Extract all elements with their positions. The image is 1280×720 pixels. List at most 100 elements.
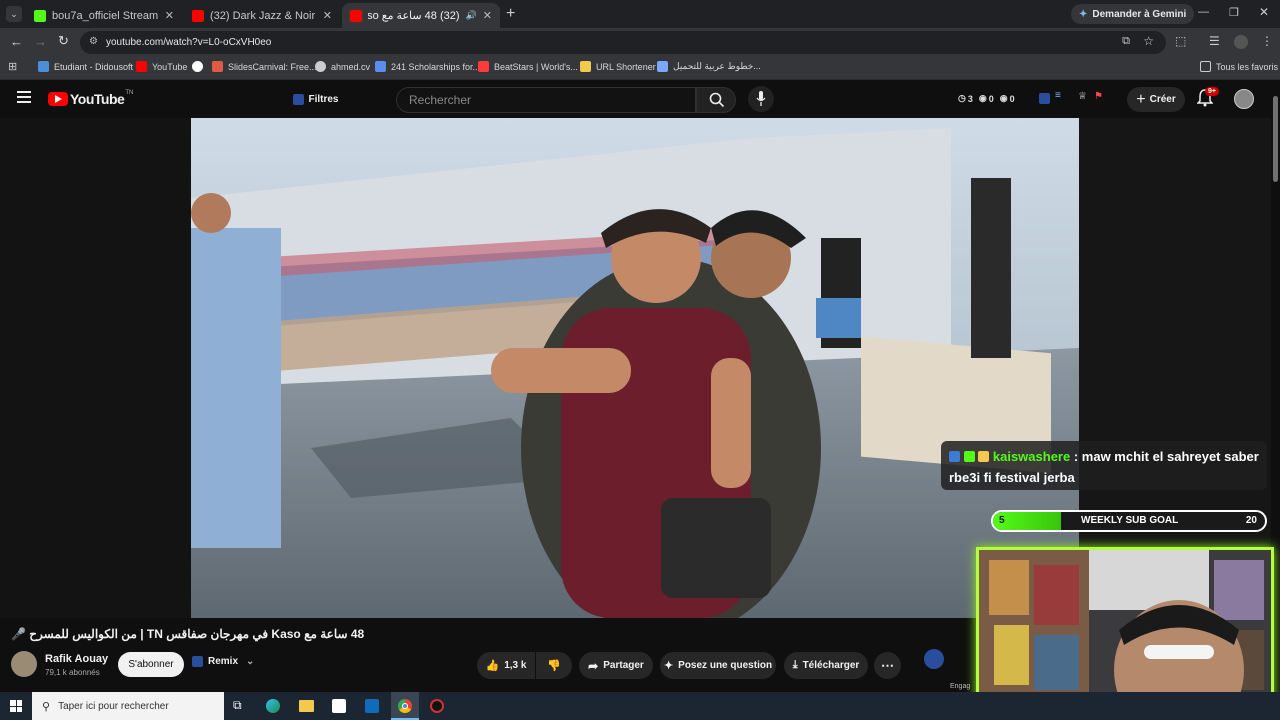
kick-icon — [34, 9, 46, 22]
thumbs-down-icon: 👎 — [547, 660, 561, 672]
download-button[interactable]: ⤓ Télécharger — [784, 652, 868, 679]
folder-icon — [580, 61, 591, 72]
ask-question-button[interactable]: ✦ Posez une question — [660, 652, 776, 679]
chrome-icon[interactable] — [391, 692, 419, 720]
tab-kaso-video[interactable]: (32) 48 ساعة مع Kaso في مه 🔊 ✕ — [342, 3, 500, 28]
task-view-icon[interactable]: ⧉ — [233, 698, 242, 713]
chat-badge-icon — [963, 451, 975, 462]
youtube-play-icon — [48, 92, 68, 106]
close-icon[interactable]: ✕ — [483, 9, 492, 22]
more-actions-button[interactable]: ⋯ — [874, 652, 901, 679]
channel-name[interactable]: Rafik Aouay — [45, 653, 108, 665]
bookmark-item[interactable]: خطوط عربية للتحميل... — [657, 61, 761, 72]
window-close-button[interactable]: ✕ — [1259, 5, 1269, 19]
bookmark-star-icon[interactable]: ☆ — [1143, 34, 1154, 48]
plus-icon: + — [1136, 90, 1146, 108]
list-icon[interactable]: ≡ — [1055, 90, 1061, 101]
iq-icon — [293, 93, 305, 105]
bookmark-item[interactable]: YouTube — [136, 61, 187, 72]
sparkle-icon: ✦ — [663, 660, 674, 672]
tab-title: bou7a_officiel Stream - Watch Li — [52, 9, 159, 22]
account-avatar[interactable] — [1234, 89, 1254, 109]
windows-start-icon[interactable] — [10, 700, 22, 712]
tab-list-button[interactable]: ⌄ — [6, 6, 22, 22]
store-icon[interactable] — [332, 699, 346, 713]
edge-icon[interactable] — [266, 699, 280, 713]
bookmark-favicon-icon — [478, 61, 489, 72]
extension-counters[interactable]: ◷ 3 ◉ 0 ◉ 0 — [958, 93, 1015, 104]
ambient-left — [0, 118, 191, 618]
tab-dark-jazz[interactable]: (32) Dark Jazz & Noir Trip-Hop ✕ — [184, 3, 340, 28]
scrollbar-thumb[interactable] — [1273, 96, 1278, 182]
create-button[interactable]: + Créer — [1127, 87, 1185, 112]
search-input[interactable]: Rechercher — [396, 87, 696, 113]
remix-button[interactable]: Remix ⌄ — [192, 656, 254, 667]
video-actions-row: Rafik Aouay 79,1 k abonnés S'abonner Rem… — [0, 648, 970, 690]
media-controls-icon[interactable]: ☰ — [1209, 34, 1220, 48]
sub-goal-current: 5 — [999, 515, 1005, 526]
bookmark-item[interactable]: SlidesCarnival: Free... — [212, 61, 317, 72]
gemini-button[interactable]: ✦ Demander à Gemini — [1071, 4, 1195, 24]
taskbar-search[interactable]: ⚲ Taper ici pour rechercher — [32, 692, 224, 720]
subscribe-button[interactable]: S'abonner — [118, 652, 184, 677]
iq-extension-icon[interactable] — [1039, 93, 1050, 104]
eye-icon: ◉ — [978, 93, 987, 103]
file-explorer-icon[interactable] — [299, 700, 314, 712]
bell-off-icon[interactable]: ⚑ — [1094, 91, 1103, 102]
sub-goal-target: 20 — [1245, 515, 1257, 526]
logo-text: YouTube — [70, 91, 125, 107]
close-icon[interactable]: ✕ — [323, 9, 332, 22]
all-bookmarks[interactable]: Tous les favoris — [1200, 61, 1278, 72]
back-button[interactable]: ← — [10, 34, 23, 49]
channel-avatar[interactable] — [11, 651, 37, 677]
dislike-button[interactable]: 👎 — [536, 652, 572, 679]
bookmark-item[interactable]: 241 Scholarships for... — [375, 61, 480, 72]
ambient-right — [1079, 118, 1271, 618]
address-bar[interactable]: ⚙ youtube.com/watch?v=L0-oCxVH0eo ⧉ ☆ — [80, 31, 1166, 54]
bookmark-item[interactable]: ahmed.cv — [315, 61, 370, 72]
trophy-icon[interactable]: ♕ — [1078, 91, 1087, 102]
minimize-button[interactable]: — — [1198, 6, 1209, 18]
iq-extension-icon[interactable] — [924, 649, 944, 669]
browser-toolbar: ← → ↻ ⚙ youtube.com/watch?v=L0-oCxVH0eo … — [0, 28, 1280, 56]
folder-icon — [1200, 61, 1211, 72]
bookmark-item[interactable]: URL Shortener — [580, 61, 656, 72]
audio-icon[interactable]: 🔊 — [466, 10, 477, 21]
forward-button[interactable]: → — [34, 34, 47, 49]
video-frame — [191, 118, 1079, 618]
bookmark-item[interactable]: BeatStars | World's... — [478, 61, 578, 72]
search-icon: ⚲ — [42, 700, 51, 713]
bookmarks-bar: ⊞ Etudiant - Didousoft YouTube SlidesCar… — [0, 56, 1280, 80]
profile-avatar[interactable] — [1234, 35, 1248, 49]
restore-button[interactable]: ❐ — [1229, 6, 1239, 19]
share-button[interactable]: ➦ Partager — [579, 652, 653, 679]
like-button[interactable]: 👍 1,3 k — [477, 652, 535, 679]
notifications-button[interactable]: 9+ — [1197, 87, 1219, 107]
clock-icon: ◷ — [958, 93, 966, 103]
install-app-icon[interactable]: ⧉ — [1122, 35, 1130, 48]
extensions-icon[interactable]: ⬚ — [1175, 34, 1186, 48]
video-player[interactable] — [191, 118, 1079, 618]
site-info-icon[interactable]: ⚙ — [89, 36, 98, 47]
recording-app-icon[interactable] — [430, 699, 444, 713]
video-title: 48 ساعة مع Kaso في مهرجان صفاقس TN | من … — [11, 627, 365, 641]
search-button[interactable] — [696, 87, 736, 113]
eye-off-icon: ◉ — [999, 93, 1008, 103]
youtube-logo[interactable]: YouTube TN — [48, 90, 133, 107]
sub-goal-label: WEEKLY SUB GOAL — [1081, 515, 1179, 526]
hamburger-menu-icon[interactable] — [17, 91, 31, 103]
browser-tab-strip: ⌄ bou7a_officiel Stream - Watch Li ✕ (32… — [0, 0, 1280, 28]
filters-button[interactable]: Filtres — [290, 89, 342, 109]
voice-search-button[interactable] — [748, 86, 774, 112]
apps-icon[interactable]: ⊞ — [8, 60, 17, 73]
close-icon[interactable]: ✕ — [165, 9, 174, 22]
bookmark-favicon-icon — [212, 61, 223, 72]
new-tab-button[interactable]: + — [506, 5, 515, 23]
bookmark-item[interactable] — [192, 61, 208, 72]
bookmark-item[interactable]: Etudiant - Didousoft — [38, 61, 133, 72]
outlook-icon[interactable] — [365, 699, 379, 713]
reload-button[interactable]: ↻ — [58, 33, 69, 49]
tab-kick-stream[interactable]: bou7a_officiel Stream - Watch Li ✕ — [26, 3, 182, 28]
menu-icon[interactable]: ⋮ — [1261, 34, 1273, 48]
share-icon: ➦ — [588, 658, 599, 673]
